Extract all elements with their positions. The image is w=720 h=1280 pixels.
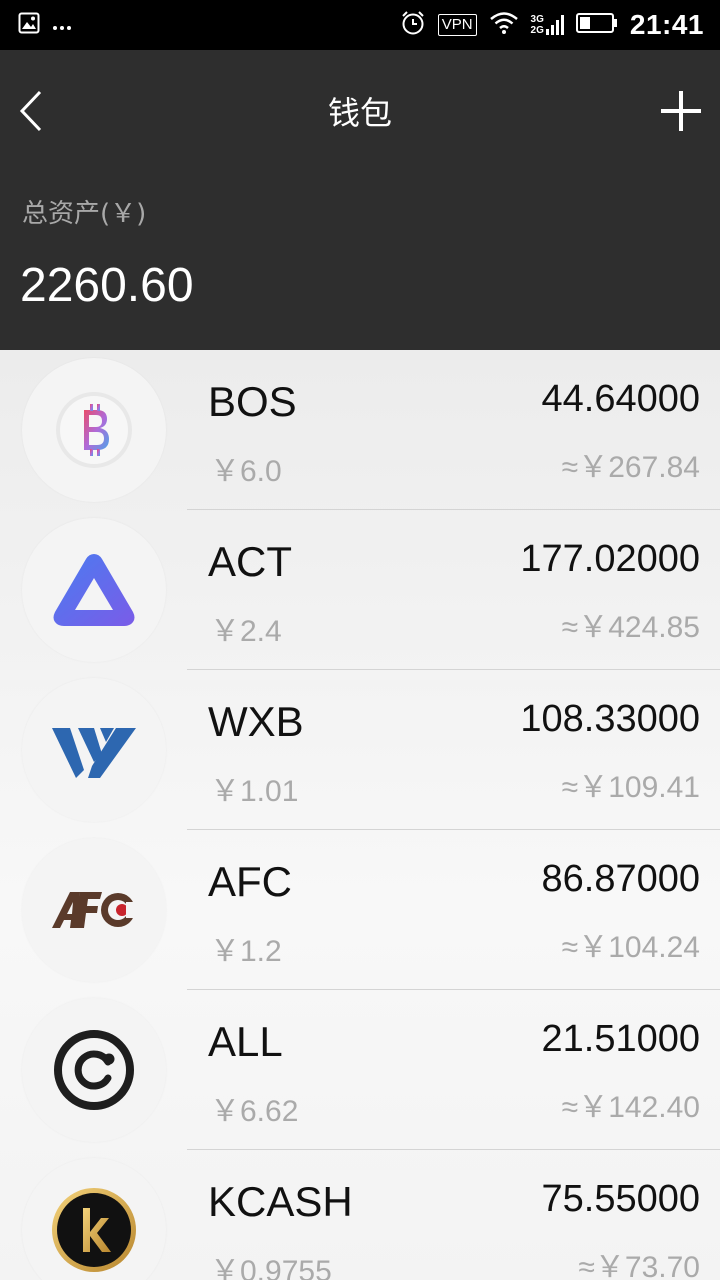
alarm-icon <box>400 10 426 40</box>
battery-icon <box>575 12 618 38</box>
image-notification-icon <box>18 12 40 38</box>
coin-logo-wxb <box>22 678 166 822</box>
vpn-badge: VPN <box>437 14 477 36</box>
page-title: 钱包 <box>327 94 392 132</box>
total-assets-value: 2260.60 <box>20 259 194 312</box>
coin-amount: 177.02000 <box>520 538 700 580</box>
status-time: 21:41 <box>629 9 704 40</box>
coin-symbol: ACT <box>208 538 292 585</box>
coin-symbol: BOS <box>208 378 297 425</box>
coin-value: ≈￥424.85 <box>561 611 700 644</box>
network-label-top: 3G <box>530 14 544 25</box>
add-button[interactable] <box>656 86 706 136</box>
coin-logo-afc <box>22 838 166 982</box>
total-assets-label: 总资产(￥) <box>22 199 147 229</box>
coin-list: BOS ￥6.0 44.64000 ≈￥267.84 ACT ￥2.4 177.… <box>0 350 720 1280</box>
coin-amount: 44.64000 <box>541 378 701 420</box>
coin-price: ￥1.2 <box>210 935 282 968</box>
coin-amount: 21.51000 <box>541 1018 701 1060</box>
coin-price: ￥0.9755 <box>210 1255 332 1280</box>
coin-price: ￥6.62 <box>210 1095 299 1128</box>
status-bar-left <box>18 12 72 38</box>
wifi-icon <box>489 11 519 39</box>
coin-symbol: KCASH <box>208 1178 353 1225</box>
plus-icon <box>661 91 701 131</box>
afc-logo-icon <box>52 892 136 928</box>
coin-logo-bos <box>22 358 166 502</box>
coin-row-afc[interactable]: AFC ￥1.2 86.87000 ≈￥104.24 <box>0 830 720 990</box>
coin-value: ≈￥73.70 <box>578 1251 700 1280</box>
coin-value: ≈￥104.24 <box>561 931 700 964</box>
status-bar: VPN 3G 2G 21:41 <box>0 0 720 50</box>
coin-symbol: WXB <box>208 698 304 745</box>
coin-row-wxb[interactable]: WXB ￥1.01 108.33000 ≈￥109.41 <box>0 670 720 830</box>
coin-symbol: ALL <box>208 1018 283 1065</box>
more-notifications-icon <box>52 16 72 35</box>
coin-logo-all <box>22 998 166 1142</box>
coin-logo-act <box>22 518 166 662</box>
coin-value: ≈￥109.41 <box>561 771 700 804</box>
coin-amount: 75.55000 <box>541 1178 701 1220</box>
signal-icon <box>545 15 564 35</box>
coin-row-act[interactable]: ACT ￥2.4 177.02000 ≈￥424.85 <box>0 510 720 670</box>
kcash-k-icon <box>52 1188 136 1272</box>
ring-logo-icon <box>54 1030 134 1110</box>
coin-price: ￥2.4 <box>210 615 282 648</box>
bitcoin-b-icon <box>56 392 132 468</box>
coin-amount: 108.33000 <box>520 698 700 740</box>
coin-logo-kcash <box>22 1158 166 1280</box>
coin-row-kcash[interactable]: KCASH ￥0.9755 75.55000 ≈￥73.70 <box>0 1150 720 1280</box>
coin-symbol: AFC <box>208 858 292 905</box>
coin-amount: 86.87000 <box>541 858 701 900</box>
coin-row-all[interactable]: ALL ￥6.62 21.51000 ≈￥142.40 <box>0 990 720 1150</box>
coin-row-bos[interactable]: BOS ￥6.0 44.64000 ≈￥267.84 <box>0 350 720 510</box>
coin-value: ≈￥267.84 <box>561 451 700 484</box>
status-bar-right: VPN 3G 2G 21:41 <box>400 8 704 42</box>
coin-price: ￥1.01 <box>210 775 299 808</box>
network-type: 3G 2G <box>531 14 564 36</box>
triangle-icon <box>53 554 135 626</box>
coin-price: ￥6.0 <box>210 455 282 488</box>
wallet-header: 钱包 总资产(￥) 2260.60 <box>0 50 720 350</box>
network-label-bottom: 2G <box>530 25 544 36</box>
coin-value: ≈￥142.40 <box>561 1091 700 1124</box>
wxb-logo-icon <box>52 728 136 778</box>
